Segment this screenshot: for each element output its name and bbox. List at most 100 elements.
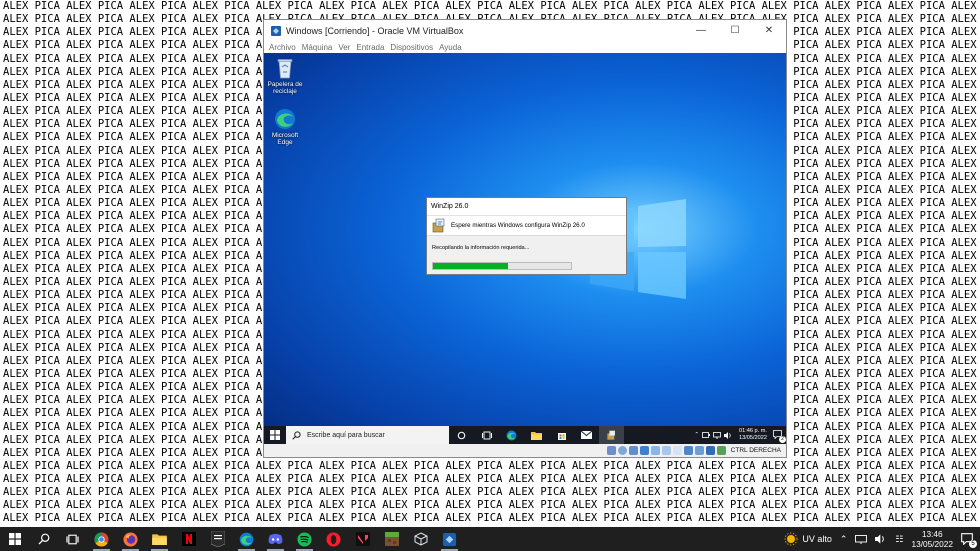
window-title: Windows [Corriendo] - Oracle VM VirtualB… [286,25,464,36]
menu-ver[interactable]: Ver [338,43,350,52]
host-firefox-button[interactable] [116,527,145,551]
progress-fill [433,263,508,269]
mail-icon [581,431,592,439]
notification-count: 5 [969,539,977,548]
language-icon[interactable]: ☷ [895,534,903,545]
close-button[interactable]: ✕ [752,20,786,41]
guest-store-button[interactable] [549,426,574,444]
shared-folders-icon[interactable] [661,446,671,455]
host-virtualbox-button[interactable] [435,527,464,551]
menu-dispositivos[interactable]: Dispositivos [390,43,433,52]
host-discord-button[interactable] [261,527,290,551]
opera-icon [326,531,341,547]
host-valorant-button[interactable] [348,527,377,551]
network-icon[interactable] [713,431,721,439]
installer-icon [607,430,615,440]
network-icon[interactable] [855,534,868,544]
hard-disk-icon[interactable] [606,446,616,455]
minecraft-icon [384,532,399,546]
valorant-icon [355,532,370,546]
menu-archivo[interactable]: Archivo [269,43,296,52]
epic-games-icon [210,531,225,547]
virtualbox-icon [442,532,457,546]
edge-icon [239,532,254,546]
menu-bar: Archivo Máquina Ver Entrada Dispositivos… [264,41,786,53]
window-titlebar[interactable]: Windows [Corriendo] - Oracle VM VirtualB… [264,20,786,41]
virtualbox-window: Windows [Corriendo] - Oracle VM VirtualB… [263,19,787,458]
minimize-button[interactable]: — [684,20,718,41]
host-notification-button[interactable]: 5 [961,532,977,548]
host-task-view-button[interactable] [58,527,87,551]
video-capture-icon[interactable] [683,446,693,455]
host-edge-button[interactable] [232,527,261,551]
battery-icon[interactable] [702,432,710,438]
volume-icon[interactable] [724,431,733,439]
guest-screen[interactable]: Papelera de reciclaje Microsoft Edge Win… [264,53,786,444]
cortana-icon [457,431,466,439]
host-spotify-button[interactable] [290,527,319,551]
host-system-tray: UV alto ⌃ ☷ 13:46 13/05/2022 5 [784,529,980,549]
optical-drive-icon[interactable] [617,446,627,455]
guest-task-view-button[interactable] [474,426,499,444]
host-start-button[interactable] [0,527,29,551]
host-minecraft-button[interactable] [377,527,406,551]
display-icon[interactable] [672,446,682,455]
cpu-icon[interactable] [694,446,704,455]
host-opera-button[interactable] [319,527,348,551]
edge-icon [506,430,517,440]
host-netflix-button[interactable] [174,527,203,551]
mouse-integration-icon[interactable] [705,446,715,455]
host-clock[interactable]: 13:46 13/05/2022 [911,529,953,549]
guest-clock[interactable]: 01:46 p. m. 13/05/2022 [739,428,767,442]
cube-icon [414,532,427,546]
guest-installer-button[interactable] [599,426,624,444]
host-time: 13:46 [921,529,943,539]
menu-entrada[interactable]: Entrada [356,43,384,52]
dialog-title: WinZip 26.0 [427,198,626,215]
host-3d-viewer-button[interactable] [406,527,435,551]
wallpaper-text-row: ALEX PICA ALEX PICA ALEX PICA ALEX PICA … [3,473,977,486]
guest-cortana-button[interactable] [449,426,474,444]
host-date: 13/05/2022 [911,539,953,549]
desktop-icon-recycle-bin[interactable]: Papelera de reciclaje [266,57,304,95]
volume-icon[interactable] [875,534,887,544]
chevron-up-icon[interactable]: ⌃ [694,432,699,438]
guest-search-box[interactable]: Escribe aquí para buscar [286,426,449,444]
host-chrome-button[interactable] [87,527,116,551]
menu-ayuda[interactable]: Ayuda [439,43,462,52]
wallpaper-text-row: ALEX PICA ALEX PICA ALEX PICA ALEX PICA … [3,499,977,512]
network-adapter-icon[interactable] [639,446,649,455]
host-epic-games-button[interactable] [203,527,232,551]
audio-icon[interactable] [628,446,638,455]
store-icon [557,433,566,440]
guest-start-button[interactable] [264,426,286,444]
folder-icon [531,431,542,440]
usb-icon[interactable] [650,446,660,455]
firefox-icon [123,531,138,547]
keyboard-capture-icon[interactable] [716,446,726,455]
edge-icon [275,109,295,129]
guest-file-explorer-button[interactable] [524,426,549,444]
guest-notification-button[interactable]: 2 [773,430,786,443]
search-placeholder: Escribe aquí para buscar [307,431,385,439]
guest-time: 01:46 p. m. [739,428,767,434]
task-view-icon [66,534,79,544]
host-search-button[interactable] [29,527,58,551]
installer-icon [432,218,445,232]
desktop-icon-edge[interactable]: Microsoft Edge [266,108,304,146]
wallpaper-text-row: ALEX PICA ALEX PICA ALEX PICA ALEX PICA … [3,0,977,12]
menu-maquina[interactable]: Máquina [302,43,333,52]
virtualbox-status-bar: CTRL DERECHA [264,444,786,457]
search-icon [292,430,301,440]
guest-mail-button[interactable] [574,426,599,444]
chevron-up-icon[interactable]: ⌃ [840,534,848,545]
wallpaper-text-row: ALEX PICA ALEX PICA ALEX PICA ALEX PICA … [3,459,977,472]
spotify-icon [297,531,312,547]
desktop-icon-label: Microsoft Edge [271,132,299,146]
discord-icon [268,533,283,544]
weather-widget[interactable]: UV alto [784,532,832,546]
guest-edge-button[interactable] [499,426,524,444]
maximize-button[interactable]: ☐ [718,20,752,41]
task-view-icon [481,431,492,439]
host-file-explorer-button[interactable] [145,527,174,551]
